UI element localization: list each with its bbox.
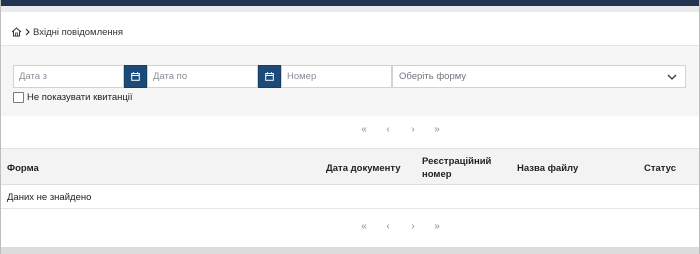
first-page-button[interactable]: « bbox=[357, 220, 371, 234]
last-page-button[interactable]: » bbox=[430, 220, 444, 234]
next-page-button[interactable]: › bbox=[406, 123, 420, 137]
home-icon[interactable] bbox=[11, 27, 22, 37]
col-doc-date[interactable]: Дата документу bbox=[326, 162, 401, 175]
hide-receipts-option[interactable]: Не показувати квитанції bbox=[13, 92, 133, 103]
last-page-button[interactable]: » bbox=[430, 123, 444, 137]
form-select[interactable]: Оберіть форму bbox=[392, 65, 686, 88]
calendar-icon bbox=[265, 72, 274, 81]
breadcrumb: Вхідні повідомлення bbox=[11, 24, 123, 40]
pagination-top: « ‹ › » bbox=[1, 123, 699, 137]
form-select-placeholder: Оберіть форму bbox=[399, 71, 467, 82]
chevron-right-icon bbox=[25, 28, 30, 36]
date-from-input[interactable]: Дата з bbox=[13, 65, 124, 88]
footer-band bbox=[1, 247, 699, 254]
col-reg-number-line2: номер bbox=[422, 169, 452, 180]
number-placeholder: Номер bbox=[287, 71, 317, 82]
number-input[interactable]: Номер bbox=[281, 65, 392, 88]
date-to-input[interactable]: Дата по bbox=[147, 65, 258, 88]
pagination-bottom: « ‹ › » bbox=[1, 220, 699, 234]
col-reg-number-line1: Реєстраційний bbox=[422, 156, 492, 167]
prev-page-button[interactable]: ‹ bbox=[381, 220, 395, 234]
breadcrumb-current: Вхідні повідомлення bbox=[33, 26, 124, 38]
col-form[interactable]: Форма bbox=[7, 162, 39, 175]
date-to-placeholder: Дата по bbox=[153, 71, 188, 82]
first-page-button[interactable]: « bbox=[357, 123, 371, 137]
prev-page-button[interactable]: ‹ bbox=[381, 123, 395, 137]
chevron-down-icon bbox=[667, 73, 677, 84]
header-shadow bbox=[1, 6, 699, 12]
divider bbox=[1, 208, 699, 209]
hide-receipts-checkbox[interactable] bbox=[13, 92, 24, 103]
col-status[interactable]: Статус bbox=[644, 162, 676, 175]
col-reg-number[interactable]: Реєстраційний номер bbox=[422, 155, 491, 181]
date-from-calendar-button[interactable] bbox=[124, 65, 147, 88]
next-page-button[interactable]: › bbox=[406, 220, 420, 234]
hide-receipts-label: Не показувати квитанції bbox=[27, 92, 133, 103]
empty-message: Даних не знайдено bbox=[7, 192, 92, 203]
date-from-placeholder: Дата з bbox=[19, 71, 48, 82]
table-header: Форма Дата документу Реєстраційний номер… bbox=[1, 148, 699, 185]
date-to-calendar-button[interactable] bbox=[258, 65, 281, 88]
col-file-name[interactable]: Назва файлу bbox=[517, 162, 578, 175]
calendar-icon bbox=[131, 72, 140, 81]
